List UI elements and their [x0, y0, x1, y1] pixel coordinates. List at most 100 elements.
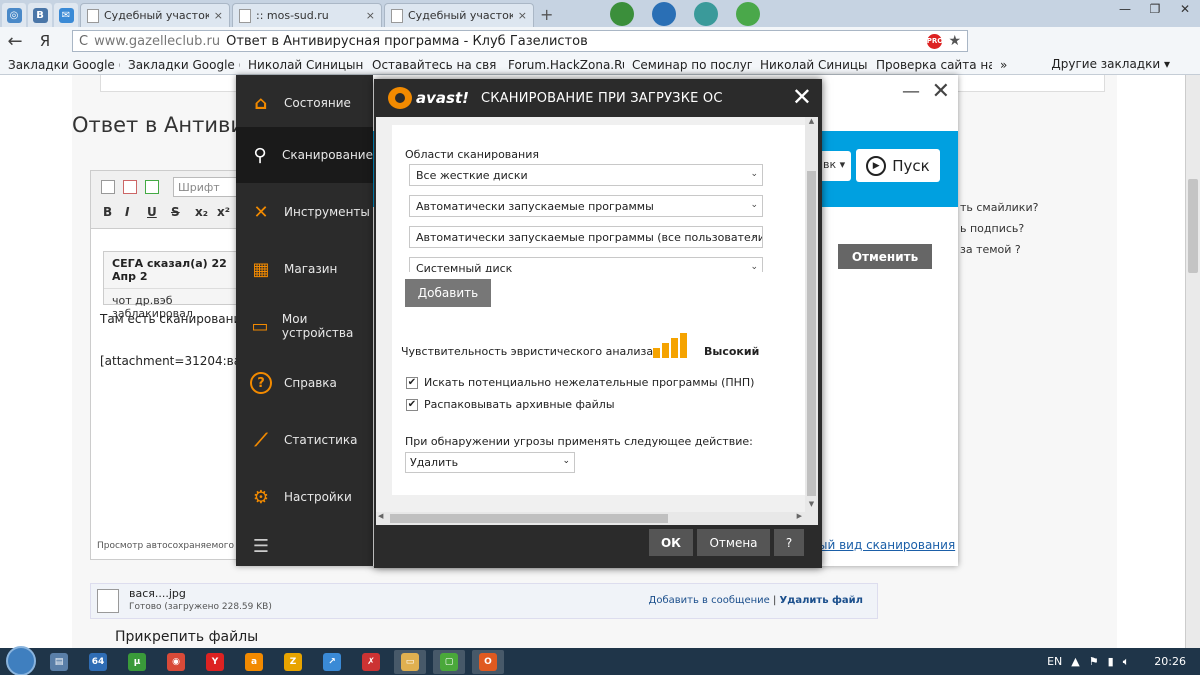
clock[interactable]: 20:26 [1154, 655, 1186, 668]
tray-arrow-icon[interactable]: ▲ [1071, 655, 1079, 668]
flag-icon[interactable]: ⚑ [1089, 655, 1099, 668]
delete-file-link[interactable]: Удалить файл [780, 595, 863, 606]
taskbar-app[interactable]: ✗ [355, 650, 387, 674]
start-button[interactable] [6, 645, 36, 675]
scroll-right-icon[interactable]: ▶ [797, 512, 802, 520]
nav-scanning[interactable]: ⚲ Сканирование [236, 127, 373, 183]
reload-icon[interactable]: C [79, 34, 88, 49]
bookmark-item[interactable]: Forum.HackZona.Ru [500, 58, 624, 72]
minimize-button[interactable]: — [1110, 0, 1140, 18]
table-icon[interactable] [145, 180, 159, 194]
pup-checkbox[interactable]: ✔ [406, 376, 418, 389]
source-icon[interactable] [101, 180, 115, 194]
taskbar-app[interactable]: 64 [82, 650, 114, 674]
sensitivity-bar[interactable] [662, 343, 669, 358]
attach-files-heading[interactable]: Прикрепить файлы [115, 629, 258, 645]
bookmark-item[interactable]: Проверка сайта на [868, 58, 992, 72]
avast-close-button[interactable]: ✕ [932, 79, 950, 104]
tab-close-icon[interactable]: × [214, 9, 223, 22]
bookmark-item[interactable]: Николай Синицын - [240, 58, 364, 72]
bookmark-item[interactable]: Закладки Google ( [120, 58, 240, 72]
dialog-close-button[interactable]: ✕ [792, 83, 812, 111]
network-icon[interactable]: ▮ [1108, 655, 1114, 668]
smilies-link[interactable]: ть смайлики? [960, 197, 1038, 218]
bookmark-item[interactable]: Семинар по послуг [624, 58, 752, 72]
taskbar-app[interactable]: a [238, 650, 270, 674]
nav-tools[interactable]: ✕ Инструменты [236, 184, 373, 240]
pinned-tab-3[interactable]: ✉ [54, 3, 78, 27]
start-scan-button[interactable]: ▶ Пуск [856, 149, 940, 182]
threat-action-select[interactable]: Удалить ⌄ [405, 452, 575, 473]
page-scroll-thumb[interactable] [1188, 179, 1198, 273]
tab-close-icon[interactable]: × [366, 9, 375, 22]
ok-button[interactable]: ОК [649, 529, 693, 556]
language-indicator[interactable]: EN [1047, 655, 1062, 668]
scroll-up-icon[interactable]: ▲ [805, 117, 818, 129]
pro-badge-icon[interactable]: PRO [927, 33, 943, 49]
taskbar-app[interactable]: ↗ [316, 650, 348, 674]
underline-button[interactable]: U [147, 205, 157, 219]
pinned-tab-2[interactable]: В [28, 3, 52, 27]
bold-button[interactable]: B [103, 205, 112, 219]
star-icon[interactable]: ★ [948, 33, 961, 49]
browser-tab-2[interactable]: :: mos-sud.ru × [232, 3, 382, 27]
scan-area-select-1[interactable]: Все жесткие диски ⌄ [409, 164, 763, 186]
taskbar-app[interactable]: ▤ [43, 650, 75, 674]
other-bookmarks[interactable]: Другие закладки ▾ [1051, 57, 1170, 71]
maximize-button[interactable]: ❐ [1140, 0, 1170, 18]
cancel-button[interactable]: Отмена [697, 529, 770, 556]
taskbar-app[interactable]: Z [277, 650, 309, 674]
nav-statistics[interactable]: ⟋ Статистика [236, 412, 373, 468]
bookmark-item[interactable]: Закладки Google ( [0, 58, 120, 72]
archives-option[interactable]: ✔ Распаковывать архивные файлы [406, 398, 615, 411]
scan-area-select-3[interactable]: Автоматически запускаемые программы (все… [409, 226, 763, 248]
back-button[interactable]: ← [0, 31, 30, 52]
page-scrollbar[interactable] [1185, 75, 1200, 648]
follow-topic-link[interactable]: за темой ? [960, 239, 1038, 260]
nav-more[interactable]: ☰ [236, 518, 373, 574]
signature-link[interactable]: ь подпись? [960, 218, 1038, 239]
scan-type-select[interactable]: вк ▾ [819, 151, 851, 181]
bookmarks-more[interactable]: » [992, 58, 1015, 72]
dialog-horizontal-scrollbar[interactable]: ◀ ▶ [376, 512, 818, 525]
strike-button[interactable]: S [171, 205, 180, 219]
nav-store[interactable]: ▦ Магазин [236, 241, 373, 297]
horizontal-scroll-thumb[interactable] [390, 514, 668, 523]
autosave-preview[interactable]: Просмотр автосохраняемого с [97, 541, 242, 551]
taskbar-app[interactable]: O [472, 649, 504, 674]
add-to-message-link[interactable]: Добавить в сообщение [649, 595, 770, 606]
sensitivity-bar[interactable] [653, 348, 660, 358]
scan-view-link[interactable]: ый вид сканирования [818, 538, 955, 552]
taskbar-app[interactable]: ◉ [160, 650, 192, 674]
taskbar-app[interactable]: Y [199, 650, 231, 674]
superscript-button[interactable]: x² [217, 205, 230, 219]
bookmark-item[interactable]: Оставайтесь на свя [364, 58, 500, 72]
tab-close-icon[interactable]: × [518, 9, 527, 22]
nav-help[interactable]: ? Справка [236, 355, 373, 411]
volume-icon[interactable]: 🔈︎ [1123, 655, 1130, 669]
sensitivity-bars[interactable] [653, 330, 687, 358]
nav-status[interactable]: ⌂ Состояние [236, 75, 373, 131]
scan-area-select-2[interactable]: Автоматически запускаемые программы ⌄ [409, 195, 763, 217]
nav-devices[interactable]: ▭ Мои устройства [236, 298, 373, 354]
italic-button[interactable]: I [125, 205, 129, 219]
close-window-button[interactable]: ✕ [1170, 0, 1200, 18]
add-area-button[interactable]: Добавить [405, 279, 491, 307]
scroll-left-icon[interactable]: ◀ [378, 512, 383, 520]
new-tab-button[interactable]: + [540, 3, 553, 27]
taskbar-app[interactable]: ▢ [433, 649, 465, 674]
help-button[interactable]: ? [774, 529, 804, 556]
cancel-scan-button[interactable]: Отменить [838, 244, 932, 269]
yandex-button[interactable]: Я [30, 32, 60, 50]
sensitivity-bar[interactable] [680, 333, 687, 358]
sensitivity-bar[interactable] [671, 338, 678, 358]
address-bar[interactable]: C www.gazelleclub.ru Ответ в Антивирусна… [72, 30, 968, 52]
taskbar-app[interactable]: µ [121, 650, 153, 674]
bookmark-item[interactable]: Николай Синицын [752, 58, 868, 72]
browser-tab-3[interactable]: Судебный участок № × [384, 3, 534, 27]
nav-settings[interactable]: ⚙ Настройки [236, 469, 373, 525]
eraser-icon[interactable] [123, 180, 137, 194]
pup-option[interactable]: ✔ Искать потенциально нежелательные прог… [406, 376, 754, 389]
scan-area-select-4[interactable]: Системный диск ⌄ [409, 257, 763, 272]
avast-minimize-button[interactable]: — [902, 81, 920, 102]
